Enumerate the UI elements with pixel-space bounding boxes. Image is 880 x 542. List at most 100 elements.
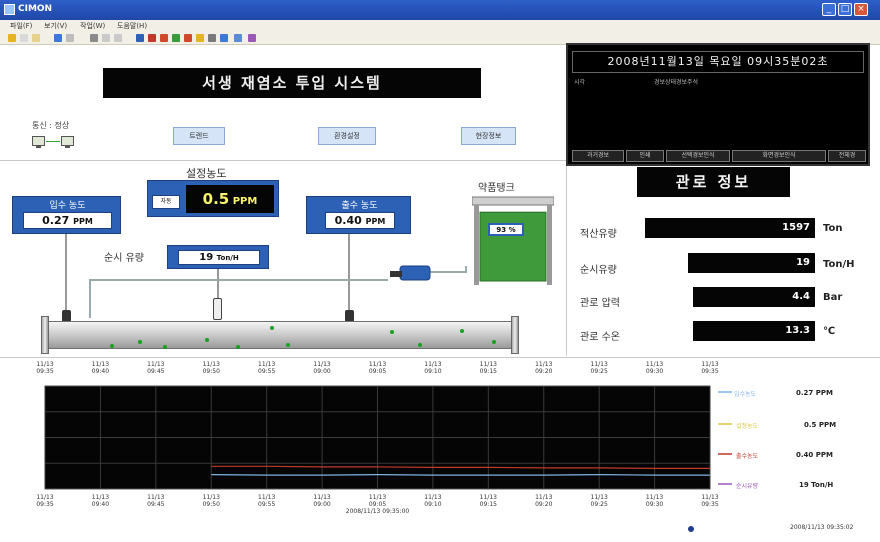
print-icon[interactable]	[66, 34, 74, 42]
comm-status-label: 통신 : 정상	[32, 121, 70, 130]
tab-past-alarm[interactable]: 과거경보	[572, 150, 624, 162]
close-button[interactable]: ×	[854, 3, 868, 16]
chlorine-dot	[163, 345, 167, 349]
time-tick-label: 09:50	[203, 368, 220, 375]
trend-button[interactable]: 트렌드	[173, 127, 225, 145]
chlorine-dot	[236, 345, 240, 349]
pipe-info-unit: Bar	[823, 292, 843, 303]
time-tick-label: 09:55	[258, 501, 275, 508]
tab-ack-selected[interactable]: 선택경보인식	[666, 150, 730, 162]
settings-button[interactable]: 환경설정	[318, 127, 376, 145]
time-tick-label: 11/13	[424, 494, 441, 501]
menu-view[interactable]: 보기(V)	[44, 21, 67, 31]
tank-label: 약품탱크	[478, 183, 515, 194]
setpoint-value-box: 0.5 PPM	[186, 185, 274, 213]
time-tick-label: 11/13	[36, 361, 53, 368]
alarm-icon[interactable]	[148, 34, 156, 42]
plc-icon	[61, 136, 74, 148]
legend-value: 0.27 PPM	[796, 389, 833, 397]
time-tick-label: 09:35	[701, 368, 718, 375]
time-tick-label: 09:20	[535, 501, 552, 508]
chlorine-dot	[460, 329, 464, 333]
time-tick-label: 11/13	[258, 361, 275, 368]
settings-icon[interactable]	[208, 34, 216, 42]
menu-work[interactable]: 작업(W)	[80, 21, 105, 31]
time-tick-label: 09:05	[369, 501, 386, 508]
time-tick-label: 11/13	[203, 494, 220, 501]
water-temp-value: 13.3	[693, 321, 815, 341]
trend-chart: 11/1309:3511/1309:3511/1309:4011/1309:40…	[36, 361, 732, 515]
time-tick-label: 09:40	[92, 501, 109, 508]
time-tick-label: 11/13	[646, 361, 663, 368]
setpoint-panel[interactable]: 자동 0.5 PPM	[147, 180, 279, 217]
pipe-info-unit: Ton	[823, 223, 843, 234]
record-icon[interactable]	[160, 34, 168, 42]
pipe-flange	[511, 316, 519, 354]
time-tick-label: 09:30	[646, 501, 663, 508]
outflow-label: 출수 농도	[341, 201, 378, 211]
pipe-flange	[41, 316, 49, 354]
chlorine-dot	[390, 330, 394, 334]
flowmeter-icon	[213, 298, 222, 320]
time-tick-label: 11/13	[313, 494, 330, 501]
time-tick-label: 09:30	[646, 368, 663, 375]
tab-ack-screen[interactable]: 화면경보인식	[732, 150, 826, 162]
minimize-button[interactable]: _	[822, 3, 836, 16]
cut-icon[interactable]	[90, 34, 98, 42]
time-tick-label: 09:10	[424, 501, 441, 508]
time-tick-label: 09:40	[92, 368, 109, 375]
paste-icon[interactable]	[114, 34, 122, 42]
status-indicator	[688, 526, 694, 532]
time-tick-label: 09:20	[535, 368, 552, 375]
time-tick-label: 11/13	[258, 494, 275, 501]
menu-file[interactable]: 파일(F)	[10, 21, 32, 31]
window-title: CIMON	[18, 4, 53, 14]
legend-label: 순시유량	[736, 483, 759, 490]
time-tick-label: 11/13	[147, 361, 164, 368]
inflow-label: 입수 농도	[49, 201, 86, 211]
graph-icon[interactable]	[220, 34, 228, 42]
copy-icon[interactable]	[102, 34, 110, 42]
pipe-info-unit: Ton/H	[823, 259, 855, 270]
computer-icon	[32, 136, 45, 148]
folder-icon[interactable]	[32, 34, 40, 42]
save-icon[interactable]	[54, 34, 62, 42]
tab-ack-all[interactable]: 전체경	[828, 150, 866, 162]
field-info-button[interactable]: 현장정보	[461, 127, 516, 145]
network-icon[interactable]	[234, 34, 242, 42]
legend-value: 0.40 PPM	[796, 451, 833, 459]
stop-icon[interactable]	[184, 34, 192, 42]
new-icon[interactable]	[20, 34, 28, 42]
help-icon[interactable]	[248, 34, 256, 42]
menu-help[interactable]: 도움말(H)	[117, 21, 147, 31]
open-icon[interactable]	[8, 34, 16, 42]
time-tick-label: 11/13	[701, 361, 718, 368]
divider	[566, 166, 567, 356]
outflow-value: 0.40	[334, 214, 362, 227]
time-tick-label: 11/13	[480, 494, 497, 501]
alarm-col-comment: 경보주석	[676, 79, 699, 86]
pipe-info-label: 관로 압력	[580, 298, 620, 309]
time-tick-label: 11/13	[92, 494, 109, 501]
tab-print[interactable]: 인쇄	[626, 150, 664, 162]
divider	[0, 160, 566, 161]
time-tick-label: 11/13	[646, 494, 663, 501]
setpoint-value: 0.5	[202, 190, 230, 208]
time-tick-label: 09:35	[36, 368, 53, 375]
alarm-col-time: 시각	[574, 79, 586, 86]
pipe-pressure-value: 4.4	[693, 287, 815, 307]
trend-icon[interactable]	[172, 34, 180, 42]
screen-icon[interactable]	[136, 34, 144, 42]
total-flow-value: 1597	[645, 218, 815, 238]
maximize-button[interactable]: □	[838, 3, 852, 16]
lamp-icon[interactable]	[196, 34, 204, 42]
pipe-info-label: 순시유량	[580, 265, 617, 276]
mode-toggle[interactable]: 자동	[152, 195, 180, 209]
time-tick-label: 09:05	[369, 368, 386, 375]
time-tick-label: 11/13	[591, 361, 608, 368]
inflow-concentration-panel: 입수 농도 0.27 PPM	[12, 196, 121, 234]
chlorine-dot	[418, 343, 422, 347]
time-tick-label: 09:25	[591, 368, 608, 375]
time-tick-label: 11/13	[701, 494, 718, 501]
setpoint-label: 설정농도	[186, 167, 227, 180]
